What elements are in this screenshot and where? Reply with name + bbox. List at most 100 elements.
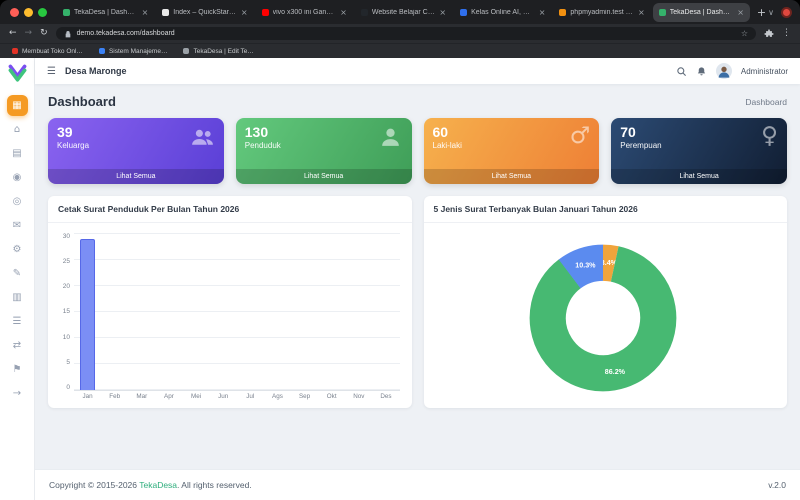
browser-tab[interactable]: TekaDesa | Dashboard× (57, 3, 154, 22)
y-tick-label: 20 (62, 283, 70, 291)
browser-profile-avatar[interactable] (781, 6, 792, 18)
sidebar-item-penduduk[interactable]: ◉ (7, 167, 28, 188)
stat-link[interactable]: Lihat Semua (611, 169, 787, 184)
sidebar-item-keluarga[interactable]: ◎ (7, 191, 28, 212)
bar-slot (318, 234, 345, 390)
bar-slot (183, 234, 210, 390)
web-page: ▦ ⌂ ▤ ◉ ◎ ✉ ⚙ ✎ ▥ ☰ ⇄ ⚑ → ☰ Desa Maronge (0, 58, 800, 500)
x-tick-label: Mar (136, 393, 148, 400)
browser-tab[interactable]: phpmyadmin.test / local… × (553, 3, 650, 22)
minimize-button[interactable] (24, 7, 33, 17)
tab-favicon (460, 8, 468, 16)
tab-close-icon[interactable]: × (439, 8, 446, 17)
tab-close-icon[interactable]: × (340, 8, 347, 17)
sidebar-item-desa[interactable]: ⌂ (7, 119, 28, 140)
bar-slot (291, 234, 318, 390)
stat-label: Perempuan (620, 141, 662, 151)
bar-chart-main: Jan Feb Mar Apr Mei Jun Jul Ags Sep Okt Nov Des (74, 233, 400, 402)
notifications-bell-icon[interactable] (696, 66, 707, 77)
bookmark-item[interactable]: TekaDesa | Edit Te… (183, 48, 254, 55)
tab-close-icon[interactable]: × (638, 8, 645, 17)
sidebar-item-keluar[interactable]: → (7, 383, 28, 404)
bar-slot (128, 234, 155, 390)
sidebar-item-data-master[interactable]: ▤ (7, 143, 28, 164)
forward-icon[interactable]: → (25, 29, 33, 38)
bar-chart: 30 25 20 15 10 5 0 Jan Feb Mar Apr Mei Jun Jul Ags Sep… (48, 223, 412, 408)
address-bar[interactable]: demo.tekadesa.com/dashboard ☆ (55, 27, 756, 40)
sidebar-item-daftar[interactable]: ☰ (7, 311, 28, 332)
x-tick-label: Feb (109, 393, 121, 400)
sidebar-item-surat[interactable]: ✉ (7, 215, 28, 236)
sidebar-item-artikel[interactable]: ✎ (7, 263, 28, 284)
bar-slot (74, 234, 101, 390)
x-tick-label: Ags (272, 393, 283, 400)
browser-tab[interactable]: vivo x300 ini Ganas Gan…× (256, 3, 353, 22)
bookmark-favicon (12, 48, 18, 54)
footer-brand[interactable]: TekaDesa (139, 480, 177, 490)
stat-label: Laki-laki (432, 141, 462, 151)
stat-link[interactable]: Lihat Semua (423, 169, 600, 184)
browser-tab[interactable]: Index – QuickStart Boot… × (156, 3, 253, 22)
close-button[interactable] (10, 7, 19, 17)
x-tick-label: Jul (246, 393, 255, 400)
tab-favicon (63, 8, 70, 16)
sidebar-item-pengaduan[interactable]: ⚑ (7, 359, 28, 380)
y-tick-label: 5 (66, 358, 70, 366)
tab-favicon (559, 8, 567, 16)
bar-chart-card: Cetak Surat Penduduk Per Bulan Tahun 202… (48, 196, 412, 408)
browser-tab[interactable]: Kelas Online AI, UI UX D… × (454, 3, 551, 22)
browser-tab[interactable]: TekaDesa | Dashboard× (652, 2, 750, 22)
sidebar-toggle-icon[interactable]: ☰ (47, 66, 56, 77)
bar-slot (345, 234, 372, 390)
stat-link[interactable]: Lihat Semua (235, 169, 412, 184)
browser-window: TekaDesa | Dashboard×Index – QuickStart … (0, 0, 800, 500)
tab-bar: TekaDesa | Dashboard×Index – QuickStart … (57, 2, 750, 22)
sidebar-item-layanan[interactable]: ⚙ (7, 239, 28, 260)
browser-tab[interactable]: Website Belajar Coding …× (355, 3, 452, 22)
user-avatar[interactable] (715, 63, 732, 79)
copyright-suffix: . All rights reserved. (177, 480, 252, 490)
donut-chart-card: 5 Jenis Surat Terbanyak Bulan Januari Ta… (423, 196, 787, 408)
back-icon[interactable]: ← (9, 29, 17, 38)
tab-favicon (261, 8, 269, 16)
bookmark-star-icon[interactable]: ☆ (741, 29, 748, 38)
breadcrumb: Dashboard (745, 96, 787, 107)
sidebar-item-dashboard[interactable]: ▦ (6, 95, 28, 116)
search-icon[interactable] (676, 66, 687, 77)
y-tick-label: 15 (62, 308, 70, 316)
bookmark-item[interactable]: Membuat Toko Onl… (12, 48, 83, 55)
sidebar-item-mutasi[interactable]: ⇄ (7, 335, 28, 356)
bar-slot (101, 234, 128, 390)
tab-close-icon[interactable]: × (737, 8, 744, 17)
tab-favicon (658, 8, 666, 16)
bar-slot (372, 234, 399, 390)
browser-menu-icon[interactable]: ⋮ (782, 29, 791, 38)
tab-search-icon[interactable]: ∨ (768, 8, 774, 17)
tab-strip: TekaDesa | Dashboard×Index – QuickStart … (0, 0, 800, 24)
bar-chart-plot (74, 233, 400, 391)
female-icon: ♀ (761, 125, 778, 148)
tab-close-icon[interactable]: × (142, 8, 149, 17)
tab-title: vivo x300 ini Ganas Gan… (272, 8, 337, 16)
maximize-button[interactable] (38, 7, 47, 17)
stat-link[interactable]: Lihat Semua (48, 169, 224, 184)
tab-close-icon[interactable]: × (539, 8, 546, 17)
new-tab-button[interactable]: + (757, 7, 766, 18)
bookmark-item[interactable]: Sistem Manajeme… (98, 48, 167, 55)
lock-icon[interactable] (64, 30, 72, 38)
reload-icon[interactable]: ↻ (40, 29, 48, 38)
extensions-icon[interactable] (764, 28, 774, 39)
main-column: ☰ Desa Maronge Administrator Dashboard D… (35, 58, 800, 500)
tab-close-icon[interactable]: × (241, 8, 248, 17)
sidebar-nav: ▦ ⌂ ▤ ◉ ◎ ✉ ⚙ ✎ ▥ ☰ ⇄ ⚑ → (6, 95, 28, 404)
y-tick-label: 25 (62, 258, 70, 266)
tekadesa-logo[interactable] (8, 64, 27, 83)
app-header: ☰ Desa Maronge Administrator (35, 58, 800, 84)
sidebar-item-laporan[interactable]: ▥ (7, 287, 28, 308)
tab-favicon (162, 8, 170, 16)
bookmarks-bar: Membuat Toko Onl… Sistem Manajeme… TekaDes… (0, 43, 800, 58)
tab-title: Index – QuickStart Boot… (173, 8, 237, 16)
tab-title: Website Belajar Coding … (371, 8, 436, 16)
tab-title: TekaDesa | Dashboard (669, 8, 734, 16)
app-version: v.2.0 (768, 480, 786, 490)
